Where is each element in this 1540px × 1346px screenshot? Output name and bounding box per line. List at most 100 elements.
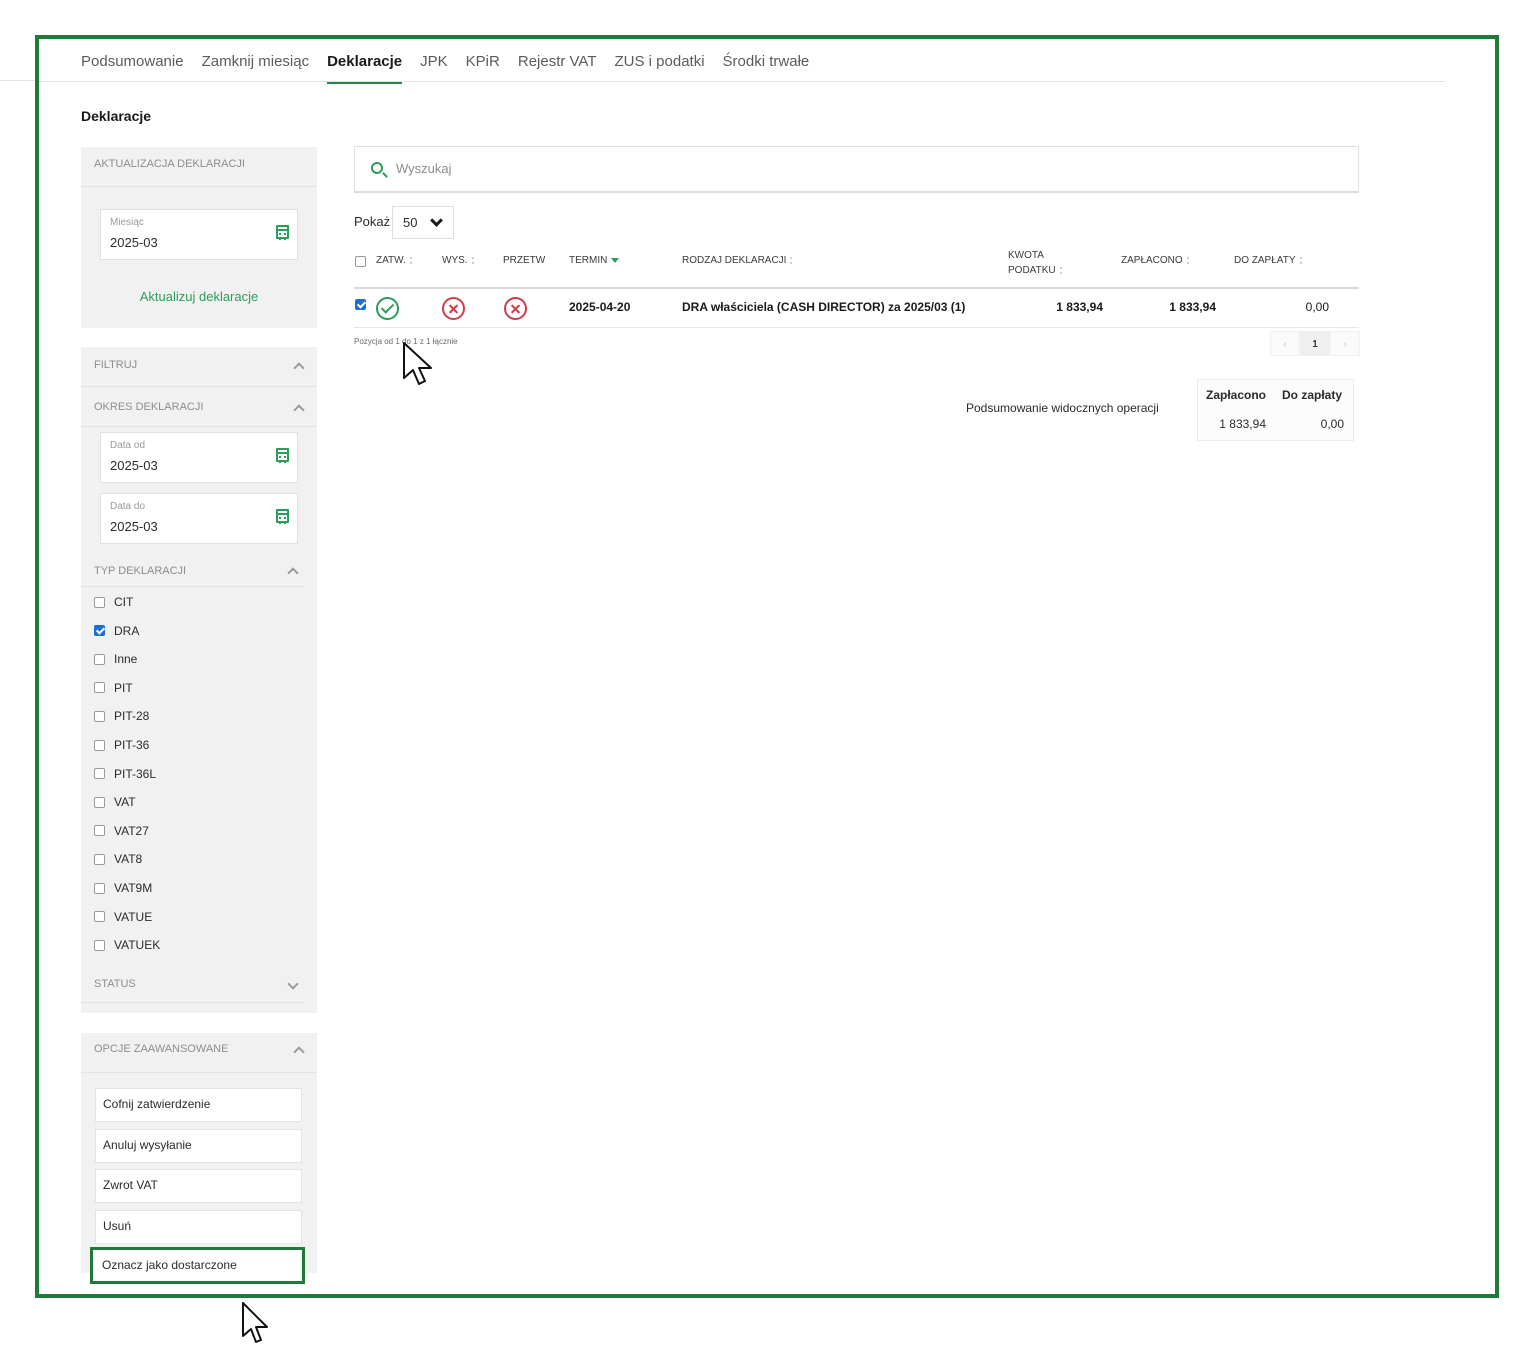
type-checkbox[interactable]: [94, 625, 105, 637]
type-checkbox[interactable]: [94, 768, 105, 780]
cell-rodzaj[interactable]: DRA właściciela (CASH DIRECTOR) za 2025/…: [682, 300, 965, 314]
type-filter-vat[interactable]: VAT: [94, 792, 136, 812]
delete-button[interactable]: Usuń: [95, 1210, 302, 1244]
search-input[interactable]: Wyszukaj: [354, 146, 1359, 193]
type-checkbox[interactable]: [94, 682, 105, 694]
update-declarations-link[interactable]: Aktualizuj deklaracje: [81, 289, 317, 304]
sort-icon: [1059, 266, 1065, 274]
type-label: VAT9M: [114, 881, 153, 895]
vat-refund-button[interactable]: Zwrot VAT: [95, 1169, 302, 1203]
col-header-rodzaj[interactable]: RODZAJ DEKLARACJI: [682, 255, 795, 266]
type-header[interactable]: TYP DEKLARACJI: [81, 557, 305, 587]
col-header-do-zaplaty[interactable]: DO ZAPŁATY: [1234, 255, 1305, 266]
advanced-panel: OPCJE ZAAWANSOWANE Cofnij zatwierdzenie …: [81, 1033, 317, 1284]
type-filter-pit-36[interactable]: PIT-36: [94, 735, 149, 755]
calendar-icon[interactable]: [276, 509, 289, 524]
type-checkbox[interactable]: [94, 653, 105, 665]
row-checkbox[interactable]: [355, 299, 366, 310]
sort-icon: [471, 256, 477, 264]
type-checkbox[interactable]: [94, 825, 105, 837]
pagination: ‹ 1 ›: [1270, 331, 1360, 356]
next-page-button[interactable]: ›: [1330, 331, 1360, 356]
type-checkbox[interactable]: [94, 882, 105, 894]
tab-zus-i-podatki[interactable]: ZUS i podatki: [615, 50, 705, 84]
mark-delivered-button[interactable]: Oznacz jako dostarczone: [90, 1247, 305, 1284]
period-header[interactable]: OKRES DEKLARACJI: [81, 387, 317, 427]
type-filter-vat8[interactable]: VAT8: [94, 849, 142, 869]
type-filter-vat9m[interactable]: VAT9M: [94, 878, 152, 898]
type-filter-vatuek[interactable]: VATUEK: [94, 935, 160, 955]
select-all-checkbox[interactable]: [355, 256, 366, 267]
chevron-up-icon: [293, 404, 305, 416]
status-title: STATUS: [94, 978, 136, 990]
page-size-value: 50: [403, 215, 418, 230]
type-filter-cit[interactable]: CIT: [94, 592, 133, 612]
calendar-icon[interactable]: [276, 225, 289, 240]
cancel-sending-button[interactable]: Anuluj wysyłanie: [95, 1129, 302, 1163]
type-checkbox[interactable]: [94, 853, 105, 865]
tab-rejestr-vat[interactable]: Rejestr VAT: [518, 50, 597, 84]
date-to-label: Data do: [110, 501, 146, 512]
col-header-do-zaplaty-label: DO ZAPŁATY: [1234, 255, 1296, 266]
col-header-kwota[interactable]: KWOTA PODATKU: [1008, 248, 1068, 278]
type-filter-pit[interactable]: PIT: [94, 678, 133, 698]
month-field[interactable]: Miesiąc 2025-03: [100, 209, 298, 260]
filters-header[interactable]: FILTRUJ: [81, 347, 317, 387]
advanced-header[interactable]: OPCJE ZAAWANSOWANE: [81, 1033, 317, 1073]
month-label: Miesiąc: [110, 217, 144, 228]
date-from-field[interactable]: Data od 2025-03: [100, 432, 298, 483]
type-filter-vatue[interactable]: VATUE: [94, 907, 152, 927]
type-filter-inne[interactable]: Inne: [94, 649, 137, 669]
page-size-select[interactable]: 50: [392, 206, 454, 239]
summary-due-value: 0,00: [1320, 417, 1344, 431]
month-value: 2025-03: [110, 235, 158, 250]
summary-label: Podsumowanie widocznych operacji: [966, 401, 1159, 415]
type-checkbox[interactable]: [94, 710, 105, 722]
tab-podsumowanie[interactable]: Podsumowanie: [81, 50, 184, 84]
status-header[interactable]: STATUS: [81, 973, 305, 1003]
col-header-wys[interactable]: WYS.: [442, 255, 477, 266]
tab-zamknij-miesiac[interactable]: Zamknij miesiąc: [202, 50, 310, 84]
type-filter-pit-28[interactable]: PIT-28: [94, 706, 149, 726]
col-header-termin[interactable]: TERMIN: [569, 255, 620, 266]
tab-srodki-trwale[interactable]: Środki trwałe: [723, 50, 810, 84]
type-filter-pit-36l[interactable]: PIT-36L: [94, 764, 156, 784]
col-header-zaplacono-label: ZAPŁACONO: [1121, 255, 1183, 266]
tab-deklaracje[interactable]: Deklaracje: [327, 50, 403, 84]
type-label: VAT: [114, 795, 136, 810]
type-checkbox[interactable]: [94, 796, 105, 808]
table-header-divider: [354, 287, 1359, 289]
advanced-title: OPCJE ZAAWANSOWANE: [94, 1043, 229, 1055]
page-title: Deklaracje: [81, 108, 152, 124]
calendar-icon[interactable]: [276, 448, 289, 463]
type-checkbox[interactable]: [94, 939, 105, 951]
prev-page-button[interactable]: ‹: [1270, 331, 1300, 356]
type-filter-vat27[interactable]: VAT27: [94, 821, 149, 841]
type-checkbox[interactable]: [94, 739, 105, 751]
update-panel: AKTUALIZACJA DEKLARACJI Miesiąc 2025-03 …: [81, 147, 317, 328]
col-header-zaplacono[interactable]: ZAPŁACONO: [1121, 255, 1192, 266]
tab-kpir[interactable]: KPiR: [466, 50, 500, 84]
date-to-field[interactable]: Data do 2025-03: [100, 493, 298, 544]
type-filter-dra[interactable]: DRA: [94, 621, 139, 641]
type-checkbox[interactable]: [94, 596, 105, 608]
tab-jpk[interactable]: JPK: [420, 50, 448, 84]
summary-paid-value: 1 833,94: [1219, 417, 1266, 431]
undo-approval-button[interactable]: Cofnij zatwierdzenie: [95, 1088, 302, 1122]
type-label: PIT: [114, 680, 133, 695]
type-label: VATUEK: [114, 938, 161, 953]
col-header-zatw[interactable]: ZATW.: [376, 255, 415, 266]
col-header-przetw[interactable]: PRZETW: [503, 255, 545, 266]
sort-icon: [409, 256, 415, 264]
filters-title: FILTRUJ: [94, 359, 138, 371]
page-button-current[interactable]: 1: [1300, 331, 1330, 356]
type-checkbox[interactable]: [94, 911, 105, 923]
sort-icon: [1186, 256, 1192, 264]
chevron-up-icon: [287, 567, 299, 579]
cell-do-zaplaty: 0,00: [1305, 300, 1329, 314]
type-label: DRA: [114, 623, 140, 638]
outer-divider: [0, 80, 35, 81]
type-label: PIT-36L: [114, 766, 157, 781]
summary-paid-header: Zapłacono: [1206, 388, 1267, 402]
filters-panel: FILTRUJ OKRES DEKLARACJI Data od 2025-03…: [81, 347, 317, 1013]
